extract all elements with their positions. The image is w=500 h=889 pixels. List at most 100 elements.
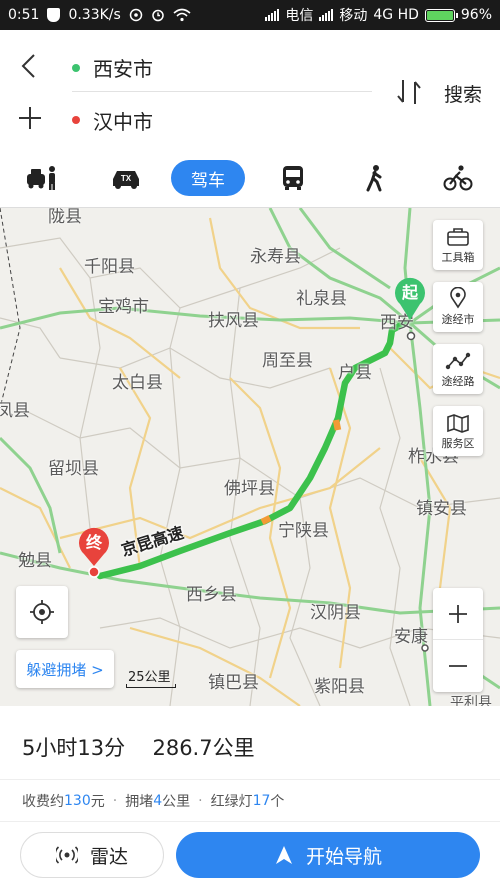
place-label: 佛坪县	[224, 479, 275, 499]
place-label: 太白县	[112, 373, 163, 393]
status-bar: 0:51 0.33K/s 电信 移动 4G HD 96%	[0, 0, 500, 30]
start-location-text: 西安市	[93, 57, 153, 81]
route-map[interactable]: 陇县 千阳县 永寿县 礼泉县 宝鸡市 扶风县 西安 周至县 户县 太白县 凤县 …	[0, 208, 500, 706]
route-header: 西安市 汉中市 搜索	[0, 30, 500, 150]
map-scale-bar	[126, 684, 176, 688]
carrier-1: 电信	[285, 8, 314, 24]
navigation-arrow-icon	[275, 846, 292, 864]
radar-icon	[55, 846, 78, 864]
jam-value: 4	[153, 792, 163, 809]
separator-dot: ·	[198, 792, 203, 809]
toll-prefix: 收费约	[22, 793, 64, 810]
locate-icon	[30, 600, 54, 624]
wifi-icon	[173, 8, 191, 22]
zoom-out-button[interactable]	[433, 640, 483, 692]
shield-icon	[47, 8, 61, 22]
tab-drive-label: 驾车	[191, 170, 225, 191]
place-label: 凤县	[0, 401, 30, 421]
via-city-icon	[450, 287, 466, 309]
jam-suffix: 公里	[162, 793, 191, 810]
congestion-segment	[332, 419, 342, 431]
place-label: 扶风县	[208, 311, 259, 331]
service-area-label: 服务区	[441, 437, 475, 450]
lights-prefix: 红绿灯	[210, 793, 253, 810]
status-right: 电信 移动 4G HD 96%	[265, 5, 492, 25]
signal-icon	[265, 9, 280, 21]
toolbox-label: 工具箱	[441, 251, 475, 264]
place-label: 留坝县	[48, 459, 99, 479]
tab-taxi[interactable]	[22, 160, 62, 196]
map-scale-label: 25公里	[128, 670, 171, 685]
service-area-icon	[447, 414, 469, 433]
toolbox-button[interactable]: 工具箱	[433, 220, 483, 270]
end-pin[interactable]: 终	[76, 526, 112, 578]
via-city-button[interactable]: 途经市	[433, 282, 483, 332]
bus-icon	[283, 166, 303, 190]
place-label: 西乡县	[186, 585, 237, 605]
avoid-congestion-label: 躲避拥堵 >	[26, 660, 104, 679]
toll-suffix: 元	[90, 793, 105, 810]
start-dot-icon	[72, 63, 80, 72]
separator-dot: ·	[112, 792, 118, 809]
avoid-congestion-button[interactable]: 躲避拥堵 >	[16, 650, 114, 688]
network-speed: 0.33K/s	[68, 7, 121, 23]
route-distance: 286.7公里	[152, 736, 255, 760]
hotspot-icon	[129, 8, 143, 22]
start-pin[interactable]: 起	[392, 276, 428, 322]
plus-icon	[449, 604, 467, 623]
place-label: 宁陕县	[278, 521, 329, 541]
place-label: 陇县	[48, 208, 82, 227]
via-city-label: 途经市	[441, 313, 475, 326]
end-location-field[interactable]: 汉中市	[72, 96, 372, 144]
start-pin-label: 起	[401, 283, 418, 302]
route-duration: 5小时13分	[22, 736, 126, 760]
tab-taxi-tx[interactable]: TX	[106, 160, 146, 196]
service-area-button[interactable]: 服务区	[433, 406, 483, 456]
signal-icon-2	[319, 9, 334, 21]
start-location-field[interactable]: 西安市	[72, 44, 372, 92]
transport-mode-tabs: TX 驾车	[0, 150, 500, 208]
place-label: 安康	[394, 627, 428, 647]
end-dot-icon	[72, 116, 80, 124]
place-label: 紫阳县	[314, 677, 365, 697]
via-road-icon	[445, 352, 471, 370]
bike-icon	[443, 165, 473, 191]
route-details: 收费约 130 元 · 拥堵 4 公里 · 红绿灯 17 个	[0, 780, 500, 822]
alarm-icon	[152, 9, 164, 22]
place-label: 户县	[338, 363, 372, 383]
battery-level: 96%	[460, 7, 492, 23]
tab-drive[interactable]: 驾车	[171, 160, 245, 196]
lights-value: 17	[252, 792, 271, 809]
action-bar: 雷达 开始导航	[0, 822, 500, 889]
via-road-label: 途经路	[441, 375, 475, 388]
radar-button[interactable]: 雷达	[20, 832, 164, 878]
place-label: 礼泉县	[296, 289, 347, 309]
tab-bus[interactable]	[273, 160, 313, 196]
status-left: 0:51 0.33K/s	[8, 7, 191, 23]
via-road-button[interactable]: 途经路	[433, 344, 483, 394]
lights-suffix: 个	[270, 793, 285, 810]
place-label: 平利县	[450, 695, 492, 706]
jam-prefix: 拥堵	[125, 793, 154, 810]
place-label: 镇巴县	[208, 673, 259, 693]
place-label: 千阳县	[84, 257, 135, 277]
zoom-in-button[interactable]	[433, 588, 483, 640]
search-button[interactable]: 搜索	[444, 80, 482, 107]
start-navigation-label: 开始导航	[305, 845, 382, 868]
end-pin-label: 终	[85, 533, 102, 552]
toll-value: 130	[64, 792, 91, 809]
place-label: 勉县	[18, 551, 52, 571]
battery-icon	[424, 8, 458, 22]
congestion-segment-2	[260, 515, 272, 525]
add-waypoint-icon[interactable]	[16, 104, 44, 132]
start-navigation-button[interactable]: 开始导航	[176, 832, 480, 878]
status-time: 0:51	[8, 7, 40, 23]
route-summary[interactable]: 5小时13分 286.7公里	[0, 706, 500, 780]
swap-route-icon[interactable]	[395, 76, 423, 108]
place-label: 周至县	[262, 351, 313, 371]
tab-walk[interactable]	[355, 160, 395, 196]
svg-text:TX: TX	[121, 174, 132, 183]
locate-button[interactable]	[16, 586, 68, 638]
tab-bike[interactable]	[438, 160, 478, 196]
back-arrow-icon[interactable]	[16, 52, 44, 80]
